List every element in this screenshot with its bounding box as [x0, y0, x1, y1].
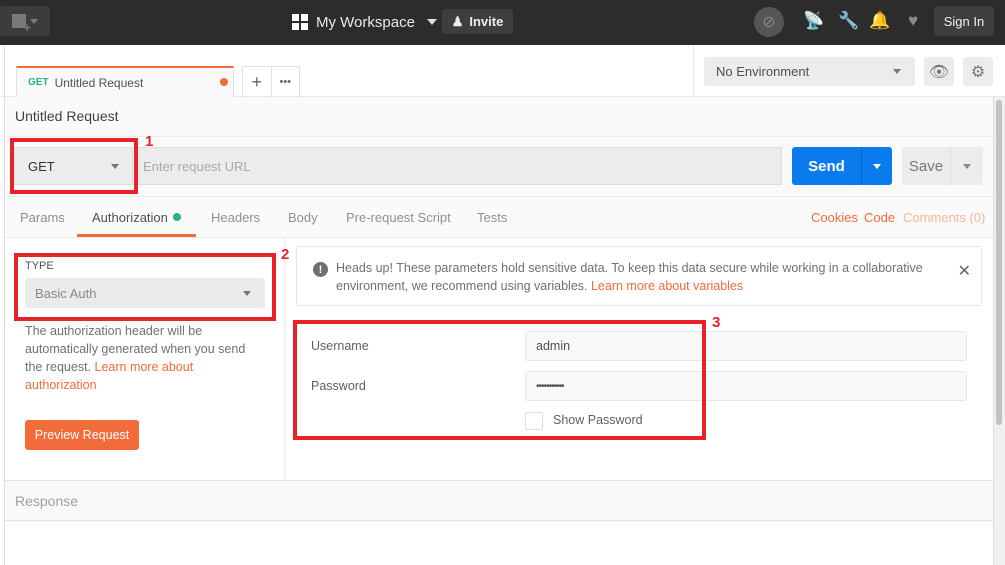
tab-more-button[interactable]: •••: [272, 67, 300, 97]
tab-label: Headers: [211, 209, 261, 225]
workspace-name: My Workspace: [316, 13, 415, 31]
environment-select[interactable]: No Environment: [704, 57, 915, 86]
tab-label: Pre-request Script: [346, 209, 451, 225]
request-tab-name: Untitled Request: [54, 75, 144, 90]
response-body: [5, 522, 993, 565]
heart-icon[interactable]: ♥: [903, 11, 923, 31]
tab-params[interactable]: Params: [20, 197, 65, 237]
interceptor-icon[interactable]: 📡: [803, 11, 824, 31]
send-button[interactable]: Send: [792, 147, 862, 185]
save-options-button[interactable]: [951, 147, 983, 185]
divider: [693, 45, 694, 97]
annotation-box-1: [10, 138, 138, 194]
tab-body[interactable]: Body: [288, 197, 318, 237]
tab-label: Params: [20, 209, 65, 225]
chevron-down-icon: [893, 69, 901, 74]
sign-in-button[interactable]: Sign In: [934, 6, 994, 36]
annotation-box-3: [293, 320, 706, 440]
tab-pre-request-script[interactable]: Pre-request Script: [346, 197, 451, 237]
tab-tests[interactable]: Tests: [477, 197, 507, 237]
cookies-link[interactable]: Cookies: [811, 197, 858, 237]
annotation-number-2: 2: [281, 246, 290, 263]
annotation-number-1: 1: [145, 133, 154, 150]
auth-description: The authorization header will be automat…: [25, 322, 265, 394]
request-tab[interactable]: GET Untitled Request: [16, 66, 234, 97]
tab-headers[interactable]: Headers: [211, 197, 260, 237]
chevron-down-icon: [426, 19, 437, 25]
top-bar: My Workspace ♟ Invite ⊘ 📡 🔧 🔔 ♥ Sign In: [0, 0, 1005, 45]
chevron-down-icon: [30, 18, 38, 24]
scrollbar-thumb[interactable]: [996, 100, 1002, 425]
annotation-number-3: 3: [712, 314, 721, 331]
request-tabs: Params Authorization Headers Body Pre-re…: [5, 197, 993, 237]
notifications-bell-icon[interactable]: 🔔: [869, 11, 890, 31]
tab-authorization[interactable]: Authorization: [92, 197, 181, 237]
settings-wrench-icon[interactable]: 🔧: [838, 11, 859, 31]
new-button[interactable]: [0, 6, 50, 36]
url-input[interactable]: Enter request URL: [135, 147, 782, 185]
url-placeholder: Enter request URL: [143, 158, 251, 174]
invite-button[interactable]: ♟ Invite: [442, 9, 513, 34]
preview-request-button[interactable]: Preview Request: [25, 420, 139, 450]
tab-label: Tests: [477, 209, 508, 225]
add-user-icon: ♟: [451, 13, 464, 29]
active-indicator-icon: [172, 213, 181, 221]
unsaved-dot-icon: [220, 78, 228, 86]
send-options-button[interactable]: [862, 147, 892, 185]
warning-icon: !: [313, 262, 328, 277]
environment-value: No Environment: [716, 64, 810, 79]
code-link[interactable]: Code: [864, 197, 895, 237]
manage-environments-button[interactable]: ⚙: [963, 57, 993, 86]
response-label: Response: [15, 492, 79, 509]
request-title[interactable]: Untitled Request: [15, 108, 119, 124]
close-icon[interactable]: ✕: [958, 261, 971, 281]
comments-link[interactable]: Comments (0): [903, 197, 985, 237]
eye-icon: 👁: [928, 63, 950, 81]
tab-label: Body: [288, 209, 318, 225]
new-tab-button[interactable]: +: [243, 67, 272, 97]
gear-icon: ⚙: [970, 63, 986, 81]
workspace-grid-icon: [292, 14, 308, 30]
send-button-group: Send: [792, 147, 892, 185]
sensitive-data-alert: ! Heads up! These parameters hold sensit…: [296, 246, 982, 306]
alert-text: Heads up! These parameters hold sensitiv…: [336, 259, 936, 295]
workspace-switcher[interactable]: My Workspace: [292, 10, 437, 34]
response-header: Response: [5, 481, 993, 521]
annotation-box-2: [14, 253, 276, 321]
chevron-down-icon: [963, 163, 971, 169]
invite-label: Invite: [469, 14, 504, 29]
save-button[interactable]: Save: [902, 147, 951, 185]
chevron-down-icon: [873, 163, 881, 169]
tab-label: Authorization: [92, 209, 168, 225]
request-tab-method: GET: [28, 77, 49, 88]
learn-more-variables-link[interactable]: Learn more about variables: [591, 279, 743, 293]
new-icon: [12, 14, 31, 35]
tab-actions: + •••: [242, 66, 300, 97]
sync-off-icon[interactable]: ⊘: [754, 7, 784, 37]
save-button-group: Save: [902, 147, 983, 185]
environment-quick-look-button[interactable]: 👁: [924, 57, 954, 86]
